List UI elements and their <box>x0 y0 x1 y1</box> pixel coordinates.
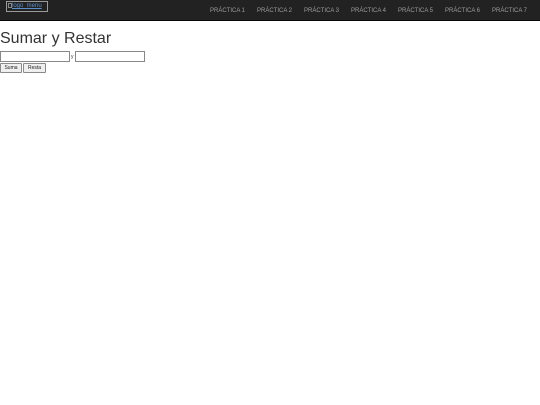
nav-practica-5[interactable]: PRÁCTICA 5 <box>398 7 433 15</box>
nav-practica-7[interactable]: PRÁCTICA 7 <box>492 7 527 15</box>
page-title: Sumar y Restar <box>0 30 112 47</box>
nav-practica-6[interactable]: PRÁCTICA 6 <box>445 7 480 15</box>
nav-practica-2[interactable]: PRÁCTICA 2 <box>257 7 292 15</box>
first-number-input[interactable] <box>0 51 70 62</box>
logo-link[interactable]: logo_menu <box>6 1 48 12</box>
subtract-button[interactable]: Resta <box>23 63 46 73</box>
logo-alt-text: logo_menu <box>12 3 42 9</box>
second-number-input[interactable] <box>75 51 145 62</box>
joiner-text: y <box>71 54 74 60</box>
top-navbar: logo_menu PRÁCTICA 1 PRÁCTICA 2 PRÁCTICA… <box>0 0 540 21</box>
nav-practica-1[interactable]: PRÁCTICA 1 <box>210 7 245 15</box>
nav-practica-3[interactable]: PRÁCTICA 3 <box>304 7 339 15</box>
nav-practica-4[interactable]: PRÁCTICA 4 <box>351 7 386 15</box>
add-button[interactable]: Suma <box>0 63 22 73</box>
